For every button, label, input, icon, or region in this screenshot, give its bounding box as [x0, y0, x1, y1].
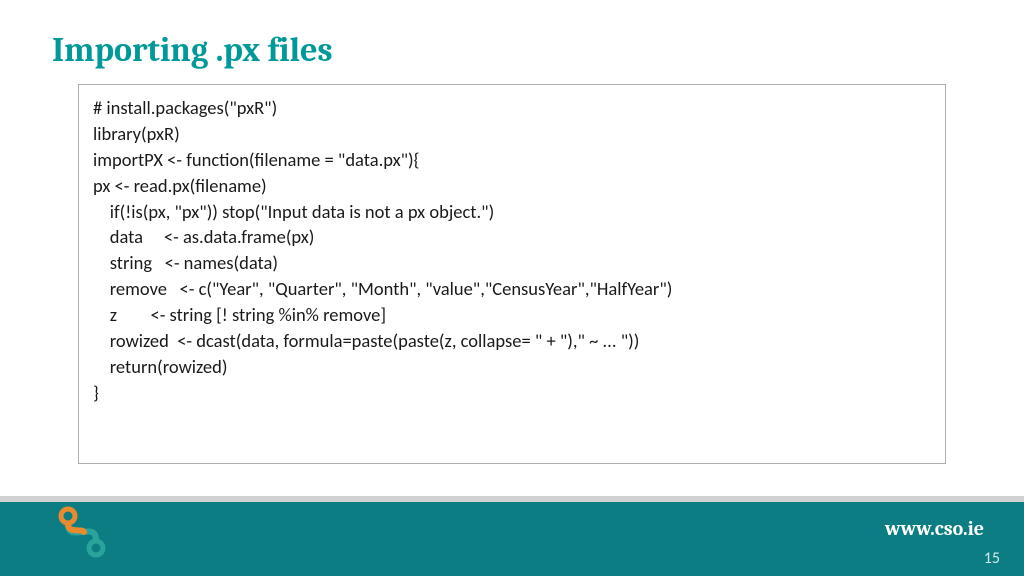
code-line: importPX <- function(filename = "data.px…	[93, 147, 931, 173]
code-line: rowized <- dcast(data, formula=paste(pas…	[93, 328, 931, 354]
code-line: library(pxR)	[93, 121, 931, 147]
footer-divider	[0, 496, 1024, 502]
code-block: # install.packages("pxR") library(pxR) i…	[78, 84, 946, 464]
footer-url: www.cso.ie	[885, 517, 984, 540]
code-line: string <- names(data)	[93, 250, 931, 276]
code-line: }	[93, 380, 931, 406]
code-line: z <- string [! string %in% remove]	[93, 302, 931, 328]
code-line: data <- as.data.frame(px)	[93, 224, 931, 250]
code-line: return(rowized)	[93, 354, 931, 380]
cso-logo-icon	[54, 504, 110, 564]
code-line: remove <- c("Year", "Quarter", "Month", …	[93, 276, 931, 302]
code-line: # install.packages("pxR")	[93, 95, 931, 121]
page-title: Importing .px files	[52, 30, 333, 70]
code-line: px <- read.px(filename)	[93, 173, 931, 199]
page-number: 15	[984, 549, 1000, 568]
code-line: if(!is(px, "px")) stop("Input data is no…	[93, 199, 931, 225]
slide: Importing .px files # install.packages("…	[0, 0, 1024, 576]
slide-footer: www.cso.ie 15	[0, 496, 1024, 576]
